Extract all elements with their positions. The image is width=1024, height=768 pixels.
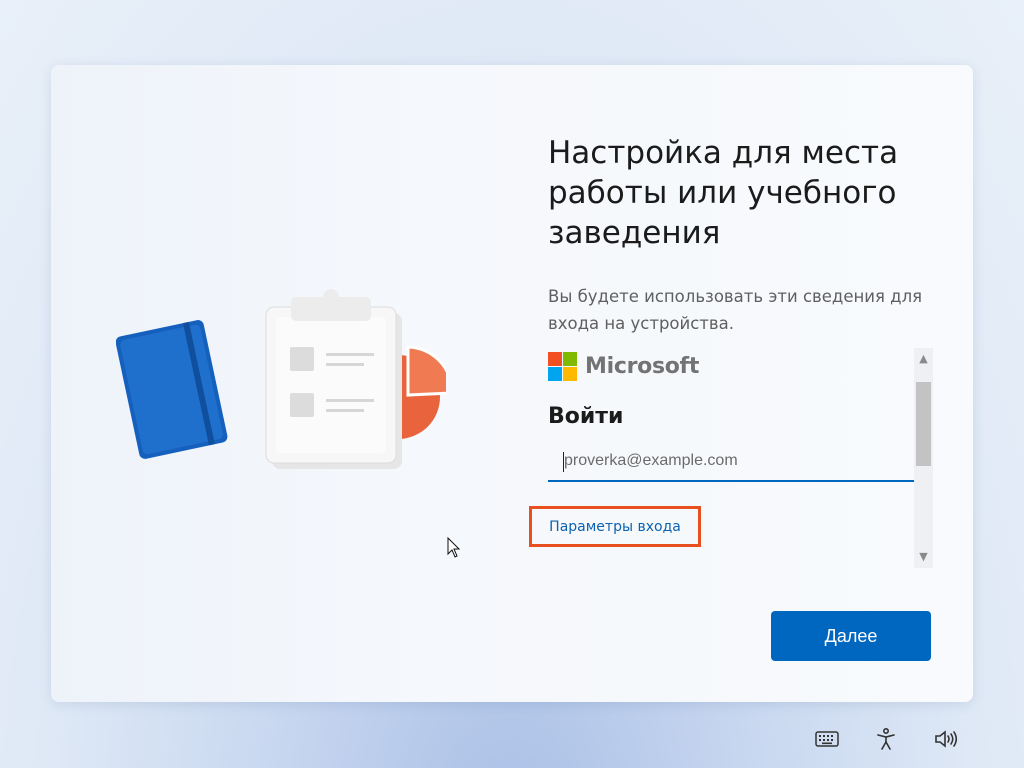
microsoft-logo: Microsoft (548, 352, 699, 381)
microsoft-logo-square (548, 367, 562, 381)
keyboard-icon[interactable] (814, 726, 840, 752)
microsoft-logo-square (563, 352, 577, 366)
signin-heading: Войти (548, 404, 624, 429)
volume-icon[interactable] (933, 726, 959, 752)
setup-dialog: Настройка для места работы или учебного … (51, 65, 973, 702)
vertical-scrollbar[interactable]: ▲ ▼ (914, 348, 933, 568)
next-button[interactable]: Далее (771, 611, 931, 661)
microsoft-brand-name: Microsoft (585, 354, 700, 379)
page-title: Настройка для места работы или учебного … (548, 135, 899, 251)
email-input[interactable] (548, 442, 914, 482)
accessibility-icon[interactable] (873, 726, 899, 752)
page-subtitle: Вы будете использовать эти сведения для … (548, 287, 923, 333)
notebook-icon (116, 320, 228, 459)
scroll-down-icon[interactable]: ▼ (914, 548, 933, 566)
setup-illustration (116, 289, 446, 469)
mouse-cursor-icon (447, 537, 461, 558)
microsoft-logo-icon (548, 352, 577, 381)
text-caret (563, 452, 564, 472)
scroll-up-icon[interactable]: ▲ (914, 350, 933, 368)
clipboard-icon (265, 289, 402, 469)
microsoft-logo-square (548, 352, 562, 366)
signin-panel: Microsoft Войти Параметры входа (529, 348, 933, 568)
scrollbar-thumb[interactable] (916, 382, 931, 466)
microsoft-logo-square (563, 367, 577, 381)
signin-options-link[interactable]: Параметры входа (529, 506, 701, 547)
